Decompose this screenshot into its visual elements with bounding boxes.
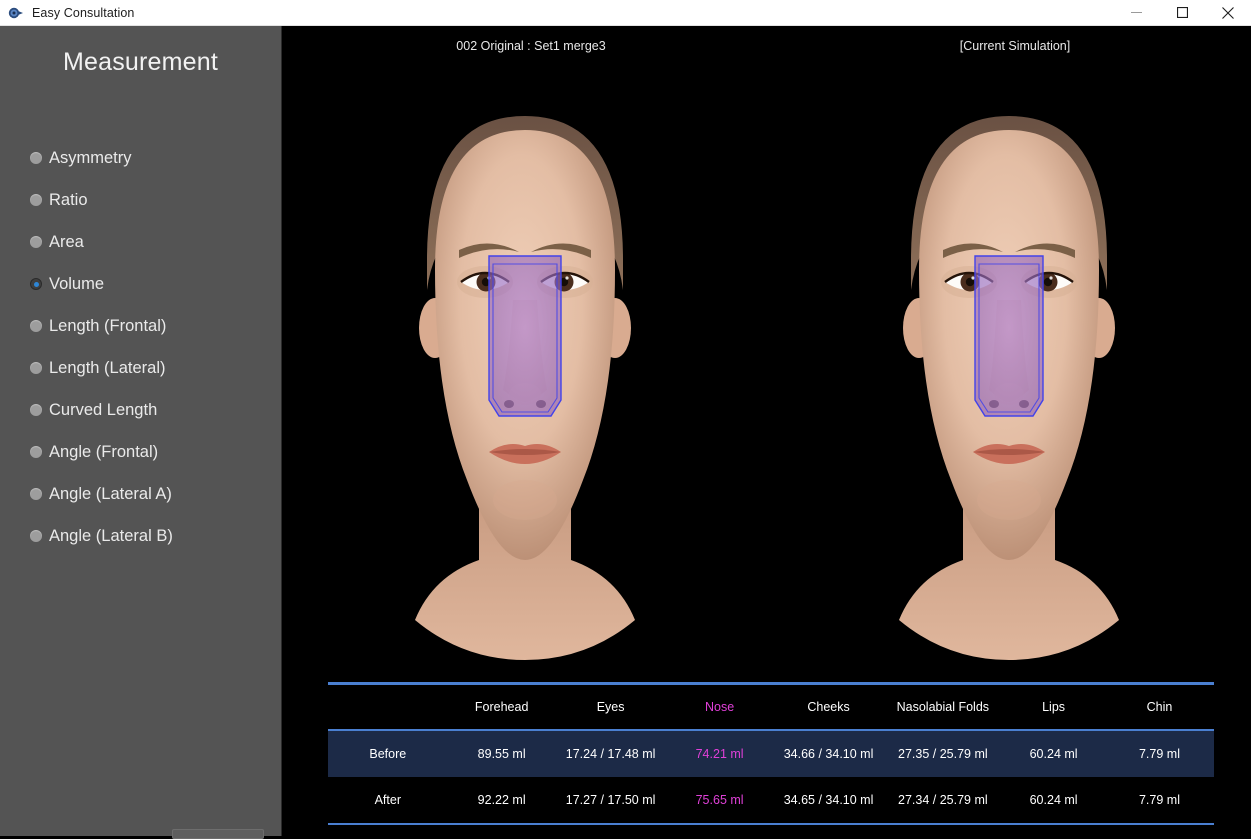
radio-icon <box>30 446 42 458</box>
table-row[interactable]: Before 89.55 ml 17.24 / 17.48 ml 74.21 m… <box>328 731 1214 777</box>
radio-icon <box>30 362 42 374</box>
measurement-table: Forehead Eyes Nose Cheeks Nasolabial Fol… <box>328 682 1214 825</box>
sidebar-item-label: Length (Frontal) <box>49 316 167 335</box>
table-header: Forehead Eyes Nose Cheeks Nasolabial Fol… <box>328 685 1214 729</box>
measurement-mode-list: Asymmetry Ratio Area Volume Length (Fron… <box>0 137 281 557</box>
sidebar-item-label: Ratio <box>49 190 88 209</box>
sidebar-item-label: Angle (Frontal) <box>49 442 159 461</box>
column-header-forehead[interactable]: Forehead <box>448 685 556 729</box>
close-button[interactable] <box>1205 0 1251 26</box>
column-header-cheeks[interactable]: Cheeks <box>774 685 884 729</box>
radio-icon <box>30 530 42 542</box>
minimize-icon <box>1130 12 1142 13</box>
maximize-icon <box>1176 7 1188 18</box>
close-icon <box>1222 6 1234 19</box>
cell-after-forehead: 92.22 ml <box>477 793 526 807</box>
cell-before-eyes: 17.24 / 17.48 ml <box>565 747 656 761</box>
cell-before-nasolabial-folds: 27.35 / 25.79 ml <box>898 747 988 761</box>
radio-icon <box>30 152 42 164</box>
sidebar: Measurement Asymmetry Ratio Area Volume … <box>0 26 282 839</box>
cell-before-lips: 60.24 ml <box>1029 747 1078 761</box>
page-title: Measurement <box>62 48 219 76</box>
sidebar-bottom-panel[interactable] <box>172 829 264 839</box>
column-header-eyes[interactable]: Eyes <box>556 685 666 729</box>
viewport-title-original: 002 Original : Set1 merge3 <box>456 39 606 53</box>
column-header-nasolabial-folds[interactable]: Nasolabial Folds <box>883 685 1002 729</box>
row-label-before: Before <box>369 747 407 761</box>
sidebar-item-length-frontal[interactable]: Length (Frontal) <box>0 305 281 347</box>
radio-icon <box>30 320 42 332</box>
column-header-lips[interactable]: Lips <box>1002 685 1105 729</box>
nose-volume-overlay <box>974 255 1044 417</box>
nose-volume-overlay <box>488 255 562 417</box>
radio-icon <box>30 404 42 416</box>
face-render-simulation[interactable] <box>767 60 1251 680</box>
column-header-blank <box>328 685 448 729</box>
cell-before-forehead: 89.55 ml <box>477 747 526 761</box>
sidebar-item-angle-lateral-b[interactable]: Angle (Lateral B) <box>0 515 281 557</box>
sidebar-item-area[interactable]: Area <box>0 221 281 263</box>
sidebar-item-label: Angle (Lateral A) <box>49 484 172 503</box>
sidebar-item-label: Asymmetry <box>49 148 132 167</box>
sidebar-item-label: Volume <box>49 274 105 293</box>
sidebar-item-angle-frontal[interactable]: Angle (Frontal) <box>0 431 281 473</box>
sidebar-item-ratio[interactable]: Ratio <box>0 179 281 221</box>
column-header-nose[interactable]: Nose <box>666 685 774 729</box>
face-render-original[interactable] <box>283 60 767 680</box>
sidebar-item-curved-length[interactable]: Curved Length <box>0 389 281 431</box>
sidebar-item-label: Area <box>49 232 84 251</box>
radio-icon <box>30 488 42 500</box>
sidebar-item-asymmetry[interactable]: Asymmetry <box>0 137 281 179</box>
table-header-row: Forehead Eyes Nose Cheeks Nasolabial Fol… <box>328 685 1214 729</box>
maximize-button[interactable] <box>1159 0 1205 26</box>
radio-icon <box>30 236 42 248</box>
volume-results-body: Before 89.55 ml 17.24 / 17.48 ml 74.21 m… <box>328 731 1214 823</box>
cell-after-nasolabial-folds: 27.34 / 25.79 ml <box>898 793 988 807</box>
sidebar-item-length-lateral[interactable]: Length (Lateral) <box>0 347 281 389</box>
cell-after-lips: 60.24 ml <box>1029 793 1078 807</box>
viewport-title-simulation: [Current Simulation] <box>959 39 1071 53</box>
sidebar-item-label: Length (Lateral) <box>49 358 166 377</box>
cell-before-nose: 74.21 ml <box>695 747 744 761</box>
face-comparison-area <box>283 60 1251 680</box>
cell-after-chin: 7.79 ml <box>1138 793 1180 807</box>
volume-results-table: Forehead Eyes Nose Cheeks Nasolabial Fol… <box>328 685 1214 729</box>
radio-selected-icon <box>30 278 42 290</box>
render-viewport: 002 Original : Set1 merge3 [Current Simu… <box>283 26 1251 836</box>
app-logo-icon <box>8 5 24 21</box>
cell-before-chin: 7.79 ml <box>1138 747 1180 761</box>
cell-after-eyes: 17.27 / 17.50 ml <box>565 793 656 807</box>
column-header-chin[interactable]: Chin <box>1105 685 1214 729</box>
cell-after-nose: 75.65 ml <box>695 793 744 807</box>
sidebar-item-label: Curved Length <box>49 400 158 419</box>
minimize-button[interactable] <box>1113 0 1159 26</box>
viewport-titles: 002 Original : Set1 merge3 [Current Simu… <box>283 26 1251 60</box>
row-label-after: After <box>374 793 401 807</box>
table-bottom-rule <box>328 823 1214 825</box>
cell-before-cheeks: 34.66 / 34.10 ml <box>783 747 874 761</box>
window-titlebar: Easy Consultation <box>0 0 1251 26</box>
window-title: Easy Consultation <box>32 5 135 20</box>
sidebar-item-volume[interactable]: Volume <box>0 263 281 305</box>
radio-icon <box>30 194 42 206</box>
sidebar-item-label: Angle (Lateral B) <box>49 526 173 545</box>
cell-after-cheeks: 34.65 / 34.10 ml <box>783 793 874 807</box>
sidebar-item-angle-lateral-a[interactable]: Angle (Lateral A) <box>0 473 281 515</box>
table-row[interactable]: After 92.22 ml 17.27 / 17.50 ml 75.65 ml… <box>328 777 1214 823</box>
